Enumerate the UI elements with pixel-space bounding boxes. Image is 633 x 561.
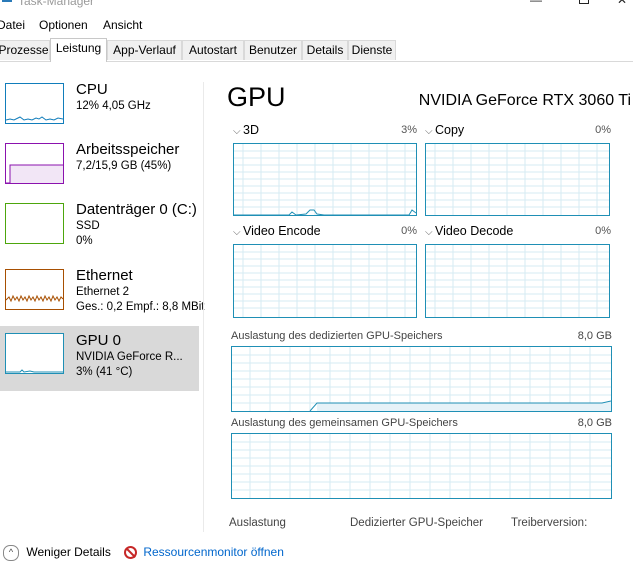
- shared-memory-graph: [231, 433, 612, 499]
- shared-memory-label: Auslastung des gemeinsamen GPU-Speichers: [231, 417, 458, 429]
- menu-item-optionen[interactable]: Optionen: [39, 18, 88, 32]
- engine-selector-video-encode[interactable]: ⌵ Video Encode: [233, 224, 321, 238]
- minimize-icon[interactable]: —: [530, 0, 542, 6]
- sidebar-item-detail: 0%: [76, 235, 93, 247]
- dedicated-memory-max: 8,0 GB: [577, 330, 612, 342]
- graph-3d: [233, 143, 417, 216]
- tab-bar: Prozesse Leistung App-Verlauf Autostart …: [0, 38, 633, 62]
- resource-monitor-label: Ressourcenmonitor öffnen: [143, 545, 284, 559]
- less-details-label: Weniger Details: [26, 545, 111, 560]
- tab-prozesse[interactable]: Prozesse: [0, 40, 50, 60]
- shared-memory-max: 8,0 GB: [577, 417, 612, 429]
- sidebar-item-detail: SSD: [76, 220, 100, 232]
- sidebar-item-title: Arbeitsspeicher: [76, 141, 180, 158]
- menu-bar: Datei Optionen Ansicht: [0, 16, 633, 36]
- gpu-thumbnail-graph: [5, 333, 64, 374]
- engine-selector-video-decode[interactable]: ⌵ Video Decode: [425, 224, 513, 238]
- gpu-model-name: NVIDIA GeForce RTX 3060 Ti: [418, 92, 631, 109]
- close-icon[interactable]: ✕: [616, 0, 628, 6]
- chevron-down-icon: ⌵: [425, 227, 433, 238]
- sidebar-item-title: GPU 0: [76, 332, 122, 349]
- chevron-down-icon: ⌵: [233, 126, 241, 137]
- tab-leistung[interactable]: Leistung: [50, 38, 107, 62]
- sidebar-item-memory[interactable]: Arbeitsspeicher 7,2/15,9 GB (45%): [0, 139, 199, 203]
- graph-copy: [425, 143, 610, 216]
- resource-monitor-icon: [124, 546, 137, 560]
- less-details-button[interactable]: ^ Weniger Details: [3, 545, 111, 561]
- engine-selector-copy[interactable]: ⌵ Copy: [425, 123, 464, 137]
- ethernet-thumbnail-graph: [5, 269, 64, 310]
- footer-dedicated-label: Dedizierter GPU-Speicher: [350, 517, 483, 529]
- sidebar-item-detail: 7,2/15,9 GB (45%): [76, 160, 172, 172]
- footer-utilization-label: Auslastung: [229, 517, 286, 529]
- engine-selector-3d[interactable]: ⌵ 3D: [233, 123, 259, 137]
- dedicated-memory-graph: [231, 346, 612, 412]
- engine-percent-copy: 0%: [595, 124, 611, 136]
- title-bar: Task-Manager — ✕: [0, 0, 633, 14]
- chevron-down-icon: ⌵: [233, 227, 241, 238]
- sidebar-item-detail: Ethernet 2: [76, 286, 130, 298]
- maximize-icon[interactable]: [578, 0, 590, 6]
- sidebar-item-detail: 3% (41 °C): [76, 366, 133, 378]
- sidebar-item-detail: NVIDIA GeForce R...: [76, 351, 183, 363]
- chevron-down-icon: ⌵: [425, 126, 433, 137]
- engine-percent-video-decode: 0%: [595, 225, 611, 237]
- resource-monitor-link[interactable]: Ressourcenmonitor öffnen: [124, 545, 284, 560]
- cpu-thumbnail-graph: [5, 83, 64, 124]
- graph-video-encode: [233, 244, 417, 318]
- sidebar-item-disk[interactable]: Datenträger 0 (C:) SSD 0%: [0, 199, 199, 263]
- tab-dienste[interactable]: Dienste: [348, 40, 396, 60]
- sidebar-item-title: Datenträger 0 (C:): [76, 201, 197, 218]
- sidebar-item-title: CPU: [76, 81, 108, 98]
- graph-video-decode: [425, 244, 610, 318]
- page-title: GPU: [227, 82, 286, 112]
- panel-divider: [203, 82, 204, 532]
- tab-autostart[interactable]: Autostart: [182, 40, 244, 60]
- sidebar-item-ethernet[interactable]: Ethernet Ethernet 2 Ges.: 0,2 Empf.: 8,8…: [0, 265, 204, 329]
- engine-percent-video-encode: 0%: [401, 225, 417, 237]
- menu-item-ansicht[interactable]: Ansicht: [103, 18, 142, 32]
- tab-details[interactable]: Details: [302, 40, 348, 60]
- sidebar-item-cpu[interactable]: CPU 12% 4,05 GHz: [0, 79, 199, 143]
- menu-item-datei[interactable]: Datei: [0, 18, 25, 32]
- engine-percent-3d: 3%: [401, 124, 417, 136]
- sidebar-item-gpu[interactable]: GPU 0 NVIDIA GeForce R... 3% (41 °C): [0, 326, 199, 391]
- memory-thumbnail-graph: [5, 143, 64, 184]
- sidebar-item-detail: 12% 4,05 GHz: [76, 100, 151, 112]
- chevron-up-icon: ^: [3, 545, 19, 561]
- window-title: Task-Manager: [18, 0, 95, 8]
- sidebar-item-title: Ethernet: [76, 267, 133, 284]
- sidebar-item-detail: Ges.: 0,2 Empf.: 8,8 MBit: [76, 301, 205, 313]
- tab-app-verlauf[interactable]: App-Verlauf: [107, 40, 182, 60]
- disk-thumbnail-graph: [5, 203, 64, 244]
- tab-benutzer[interactable]: Benutzer: [244, 40, 302, 60]
- footer-driver-label: Treiberversion:: [511, 517, 588, 529]
- app-icon: [2, 0, 12, 2]
- dedicated-memory-label: Auslastung des dedizierten GPU-Speichers: [231, 330, 443, 342]
